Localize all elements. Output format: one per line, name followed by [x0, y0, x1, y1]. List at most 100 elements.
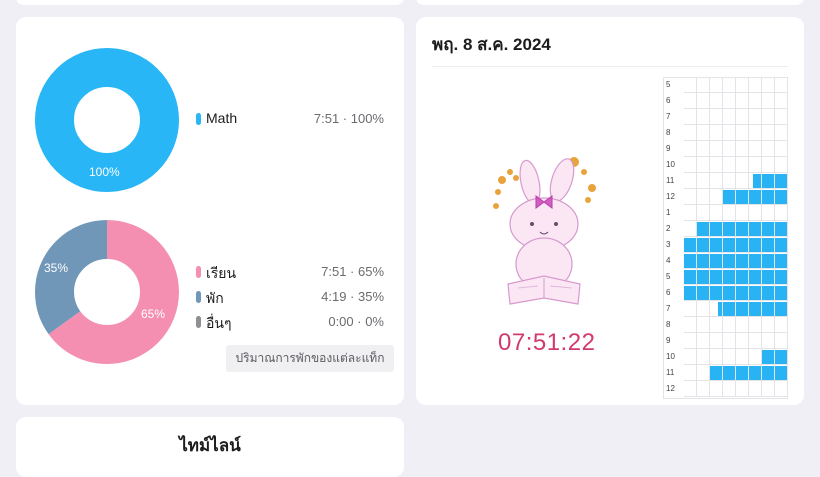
hour-label: 7: [666, 112, 671, 121]
grid-cell: [697, 205, 710, 221]
legend-value: 7:51 · 100%: [313, 111, 384, 126]
legend-item-break: พัก 4:19 · 35%: [196, 287, 384, 307]
hour-row: 6: [663, 93, 788, 109]
hour-label: 6: [666, 96, 671, 105]
grid-cell: [762, 157, 775, 173]
break-percent-label-break: 35%: [44, 261, 69, 275]
date-title: พฤ. 8 ส.ค. 2024: [432, 35, 551, 54]
grid-cell: [749, 349, 762, 365]
grid-cell: [749, 221, 762, 237]
hour-label: 10: [666, 352, 675, 361]
legend-name: อื่นๆ: [206, 315, 232, 331]
grid-cell: [684, 253, 697, 269]
grid-cell: [697, 109, 710, 125]
grid-cell: [697, 349, 710, 365]
hour-label: 11: [666, 368, 675, 377]
grid-cell: [723, 269, 736, 285]
hour-row: 11: [663, 173, 788, 189]
legend-swatch: [196, 291, 201, 303]
legend-swatch: [196, 316, 201, 328]
grid-cell: [697, 365, 710, 381]
grid-cell: [749, 109, 762, 125]
grid-cell: [710, 349, 723, 365]
grid-cell: [762, 285, 775, 301]
previous-card: [16, 0, 404, 5]
timeline-title: ไทม์ไลน์: [179, 436, 241, 455]
grid-cell: [723, 317, 736, 333]
hour-label: 9: [666, 336, 671, 345]
hour-row: 10: [663, 349, 788, 365]
grid-cell: [710, 269, 723, 285]
grid-cell: [762, 221, 775, 237]
hour-label: 11: [666, 176, 675, 185]
grid-cell: [775, 189, 788, 205]
grid-cell: [775, 381, 788, 397]
grid-cell: [710, 253, 723, 269]
hour-label: 12: [666, 384, 675, 393]
grid-cell: [762, 237, 775, 253]
grid-cell: [736, 205, 749, 221]
grid-cell: [775, 205, 788, 221]
grid-cell: [736, 381, 749, 397]
grid-cell: [749, 93, 762, 109]
grid-cell: [697, 301, 710, 317]
grid-cell: [710, 157, 723, 173]
grid-cell: [762, 381, 775, 397]
hour-label: 7: [666, 304, 671, 313]
legend-name: เรียน: [206, 265, 237, 281]
grid-cell: [723, 157, 736, 173]
grid-cell: [736, 173, 749, 189]
grid-cell: [749, 381, 762, 397]
grid-cell: [775, 349, 788, 365]
grid-cell: [710, 381, 723, 397]
grid-cell: [775, 301, 788, 317]
grid-cell: [736, 333, 749, 349]
grid-cell: [697, 317, 710, 333]
grid-cell: [762, 189, 775, 205]
break-by-tag-button[interactable]: ปริมาณการพักของแต่ละแท็ก: [226, 345, 394, 372]
bunny-mascot-illustration: [493, 157, 596, 305]
grid-cell: [723, 205, 736, 221]
hour-row: 7: [663, 109, 788, 125]
grid-cell: [736, 285, 749, 301]
legend-swatch: [196, 266, 201, 278]
grid-cell: [723, 93, 736, 109]
grid-cell: [723, 109, 736, 125]
grid-cell: [749, 157, 762, 173]
hour-label: 4: [666, 256, 671, 265]
grid-cell: [749, 253, 762, 269]
grid-cell: [762, 125, 775, 141]
grid-cell: [684, 109, 697, 125]
grid-cell: [749, 365, 762, 381]
hour-row: 1: [663, 205, 788, 221]
grid-cell: [736, 237, 749, 253]
grid-cell: [697, 93, 710, 109]
grid-cell: [723, 301, 736, 317]
break-donut-chart: [35, 220, 179, 364]
grid-cell: [762, 253, 775, 269]
legend-swatch: [196, 113, 201, 125]
grid-cell: [723, 125, 736, 141]
legend-name: พัก: [206, 290, 224, 306]
grid-cell: [775, 237, 788, 253]
grid-cell: [775, 365, 788, 381]
grid-cell: [723, 349, 736, 365]
hour-row: 5: [663, 77, 788, 93]
subject-percent-label: 100%: [89, 165, 120, 179]
grid-cell: [775, 77, 788, 93]
grid-cell: [762, 269, 775, 285]
grid-cell: [684, 381, 697, 397]
grid-cell: [736, 365, 749, 381]
grid-cell: [775, 221, 788, 237]
grid-cell: [749, 189, 762, 205]
grid-cell: [684, 157, 697, 173]
grid-cell: [736, 141, 749, 157]
grid-cell: [775, 141, 788, 157]
legend-item-math: Math 7:51 · 100%: [196, 109, 384, 129]
hour-row: 8: [663, 317, 788, 333]
grid-cell: [762, 173, 775, 189]
grid-cell: [684, 269, 697, 285]
grid-cell: [762, 349, 775, 365]
grid-cell: [710, 93, 723, 109]
grid-cell: [736, 269, 749, 285]
